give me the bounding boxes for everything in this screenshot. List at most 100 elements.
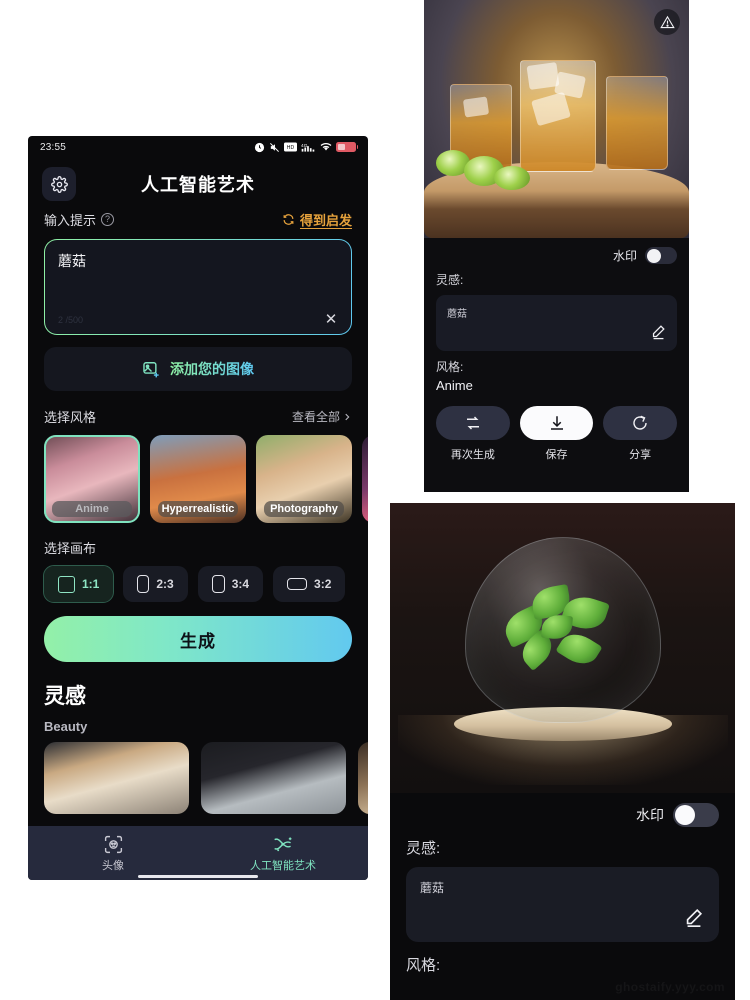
inspiration-card[interactable] <box>44 742 189 814</box>
canvas-option-label: 2:3 <box>156 577 174 591</box>
canvas-options[interactable]: 1:1 2:3 3:4 3:2 <box>42 565 352 603</box>
download-icon <box>548 414 566 432</box>
toggle-knob <box>675 805 695 825</box>
add-image-button[interactable]: 添加您的图像 <box>44 347 352 391</box>
wifi-icon <box>320 142 332 152</box>
watermark-toggle[interactable] <box>673 803 719 827</box>
style-header: 选择风格 查看全部 <box>44 407 352 426</box>
canvas-option-3-2[interactable]: 3:2 <box>273 566 346 602</box>
avatar-icon <box>103 834 124 855</box>
style-value: Anime <box>436 378 473 393</box>
regenerate-pill <box>436 406 510 440</box>
portrait-icon <box>137 575 150 593</box>
see-all-label: 查看全部 <box>291 410 340 424</box>
tab-ai-art-label: 人工智能艺术 <box>250 859 316 872</box>
tab-avatar[interactable]: 头像 <box>28 834 198 873</box>
settings-button[interactable] <box>42 167 76 201</box>
canvas-title: 选择画布 <box>44 541 97 556</box>
image-plus-icon <box>142 360 161 379</box>
tab-ai-art[interactable]: 人工智能艺术 <box>198 834 368 873</box>
svg-text:4G: 4G <box>301 142 308 148</box>
regenerate-icon <box>464 414 482 432</box>
style-carousel[interactable]: Anime Hyperrealistic Photography <box>44 435 368 523</box>
svg-text:HD: HD <box>287 145 295 151</box>
home-indicator <box>138 875 258 878</box>
save-pill <box>519 406 594 440</box>
prompt-value: 蘑菇 <box>58 253 86 269</box>
question-icon[interactable]: ? <box>101 213 115 226</box>
pencil-icon[interactable] <box>650 323 667 340</box>
status-bar-time: 23:55 <box>40 141 67 153</box>
inspiration-card[interactable] <box>358 742 368 814</box>
watermark-label: 水印 <box>636 807 664 823</box>
canvas-option-2-3[interactable]: 2:3 <box>123 566 188 602</box>
get-inspired-button[interactable]: 得到启发 <box>282 210 352 229</box>
glass-right <box>606 76 668 170</box>
canvas-option-label: 3:2 <box>314 577 332 591</box>
hd-icon: HD <box>284 142 297 152</box>
style-card-hyperrealistic[interactable]: Hyperrealistic <box>150 435 246 523</box>
pencil-icon[interactable] <box>683 906 705 928</box>
watermark-row: 水印 <box>424 238 689 264</box>
style-title: 选择风格 <box>44 410 97 425</box>
watermark-label: 水印 <box>612 249 637 263</box>
canvas-section: 选择画布 1:1 2:3 3:4 3:2 生成 灵感 Beauty <box>28 538 368 814</box>
prompt-header: 输入提示 ? 得到启发 <box>44 210 352 229</box>
save-button[interactable]: 保存 <box>519 406 594 462</box>
generated-image-drinks[interactable] <box>424 0 689 238</box>
generate-button[interactable]: 生成 <box>44 616 352 662</box>
generated-image-terrarium[interactable] <box>390 503 735 793</box>
close-icon[interactable]: ✕ <box>322 310 340 328</box>
save-label: 保存 <box>545 449 568 461</box>
share-label: 分享 <box>629 449 652 461</box>
warning-button[interactable] <box>654 9 680 35</box>
share-icon <box>631 414 649 432</box>
share-pill <box>603 406 678 440</box>
status-bar: 23:55 HD 4G <box>28 136 368 158</box>
prompt-label: 输入提示 <box>44 213 97 228</box>
prompt-input[interactable]: 蘑菇 2 /500 ✕ <box>44 239 352 335</box>
phone-screen: 23:55 HD 4G 人工智能艺术 输入提示 ? 得到启发 蘑菇 2 /500… <box>28 136 368 880</box>
style-card-label: Hyperrealistic <box>158 501 238 517</box>
inspiration-value: 蘑菇 <box>447 309 467 320</box>
result-panel-bottom: 水印 灵感: 蘑菇 风格: ghostaify.yyy.com <box>390 503 735 1000</box>
gear-icon <box>50 175 68 193</box>
plant <box>498 581 628 677</box>
style-card-next[interactable] <box>362 435 368 523</box>
result-panel-top: 水印 灵感: 蘑菇 风格: Anime 再次生成 保存 分享 <box>424 0 689 492</box>
portrait-icon <box>211 575 225 593</box>
page-watermark: ghostaify.yyy.com <box>615 980 725 994</box>
action-row: 再次生成 保存 分享 <box>424 393 689 462</box>
share-button[interactable]: 分享 <box>603 406 678 462</box>
inspiration-card[interactable] <box>201 742 346 814</box>
prompt-section: 输入提示 ? 得到启发 蘑菇 2 /500 ✕ 添加您的图像 <box>28 210 368 391</box>
inspiration-carousel[interactable] <box>44 742 368 814</box>
canvas-option-3-4[interactable]: 3:4 <box>197 566 264 602</box>
style-card-photography[interactable]: Photography <box>256 435 352 523</box>
char-counter: 2 /500 <box>58 315 84 325</box>
ice-cube <box>462 96 490 118</box>
app-bar: 人工智能艺术 <box>28 158 368 210</box>
chevron-right-icon <box>342 412 352 422</box>
style-label: 风格: <box>436 360 464 374</box>
inspiration-field[interactable]: 蘑菇 <box>406 867 719 942</box>
watermark-row: 水印 <box>390 793 735 827</box>
prompt-label-group: 输入提示 ? <box>44 210 115 229</box>
watermark-toggle[interactable] <box>645 247 677 264</box>
style-card-anime[interactable]: Anime <box>44 435 140 523</box>
add-image-label: 添加您的图像 <box>170 361 254 377</box>
see-all-styles-button[interactable]: 查看全部 <box>292 408 352 425</box>
signal-4g-icon: 4G <box>301 142 316 153</box>
regenerate-label: 再次生成 <box>450 449 495 461</box>
lime-slice <box>494 166 530 190</box>
toggle-knob <box>646 248 661 263</box>
tab-avatar-label: 头像 <box>102 859 124 872</box>
alarm-icon <box>254 142 265 153</box>
inspiration-title: 灵感 <box>44 685 86 708</box>
regenerate-button[interactable]: 再次生成 <box>436 406 510 462</box>
inspiration-field[interactable]: 蘑菇 <box>436 295 677 351</box>
mute-icon <box>269 142 280 153</box>
inspiration-category: Beauty <box>44 719 88 734</box>
style-card-label: Anime <box>52 501 132 517</box>
canvas-option-1-1[interactable]: 1:1 <box>42 565 115 603</box>
